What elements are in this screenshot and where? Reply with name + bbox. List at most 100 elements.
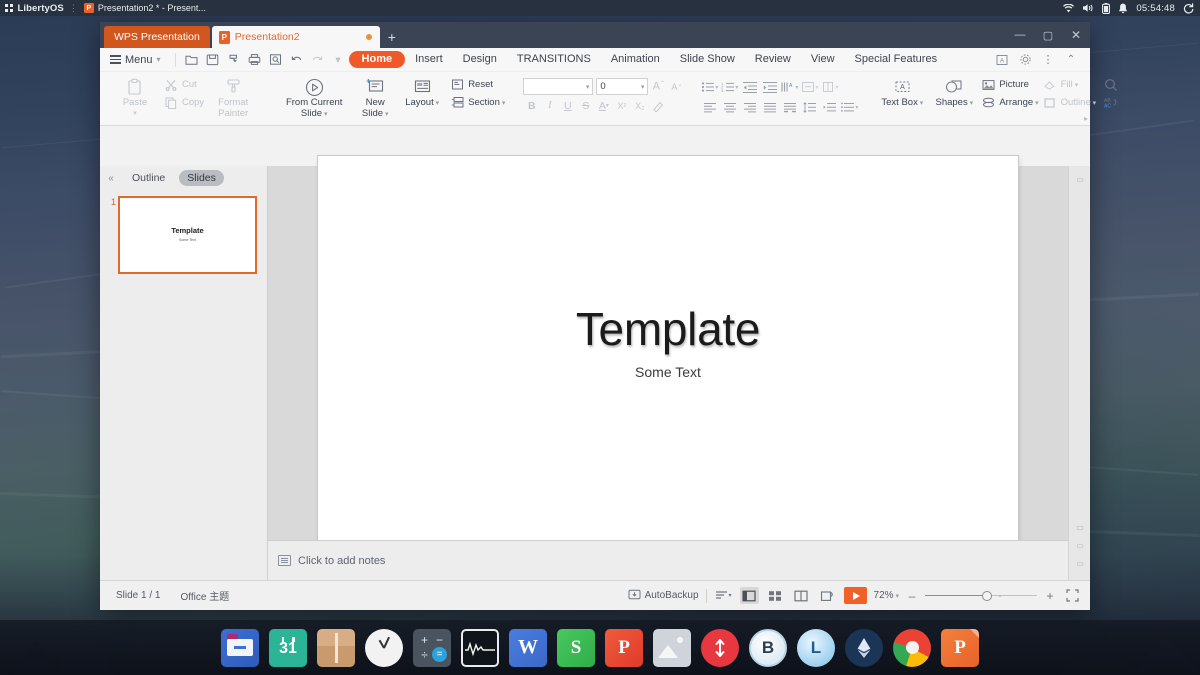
battery-icon[interactable] [1102,2,1111,14]
tab-outline[interactable]: Outline [124,170,173,186]
slide-canvas[interactable]: Template Some Text [318,156,1018,550]
find-button[interactable] [1102,77,1120,92]
paragraph-settings-button[interactable]: ▾ [840,99,859,116]
dock-item-ethereum[interactable] [845,628,883,667]
maximize-button[interactable]: ▢ [1034,22,1062,48]
superscript-button[interactable]: X² [613,98,630,114]
normal-view-icon[interactable] [739,587,759,604]
apps-grid-icon[interactable] [5,4,13,12]
tab-insert[interactable]: Insert [405,51,453,68]
numbered-list-button[interactable]: 1 2 3 ▾ [720,79,739,96]
zoom-level-label[interactable]: 72% ▾ [874,590,899,601]
save-icon[interactable] [202,50,223,70]
tab-animation[interactable]: Animation [601,51,670,68]
shapes-button[interactable]: Shapes ▾ [929,74,979,109]
underline-button[interactable]: U [559,98,576,114]
tab-view[interactable]: View [801,51,845,68]
menu-button[interactable]: Menu ▾ [106,51,170,69]
arrange-button[interactable]: Arrange ▾ [979,95,1040,110]
reading-view-icon[interactable] [792,587,811,604]
undo-icon[interactable] [286,50,307,70]
tab-slide-show[interactable]: Slide Show [670,51,745,68]
tab-transitions[interactable]: TRANSITIONS [507,51,601,68]
format-painter-button[interactable]: Format Painter [206,74,260,119]
play-slideshow-button[interactable] [843,587,867,604]
line-spacing-button[interactable] [800,99,819,116]
dock-item-archive[interactable] [317,628,355,667]
from-current-slide-button[interactable]: From Current Slide ▾ [276,74,352,120]
taskbar-window-entry[interactable]: P Presentation2 * - Present... [83,3,206,13]
reset-button[interactable]: Reset [448,77,507,92]
tab-slides[interactable]: Slides [179,170,224,186]
notes-pane[interactable]: Click to add notes [268,540,1068,580]
text-direction-button[interactable]: A ▾ [780,79,799,96]
increase-list-level-button[interactable] [820,99,839,116]
slide-thumbnail-preview[interactable]: Template Some Text [118,196,257,274]
bullet-list-button[interactable]: ▾ [700,79,719,96]
decrease-indent-button[interactable] [740,79,759,96]
picture-button[interactable]: Picture [979,77,1040,92]
shrink-font-button[interactable]: A⌄ [669,81,684,92]
view-options-icon[interactable]: ▾ [714,587,733,604]
rail-tool-2-icon[interactable]: ▭ [1069,536,1091,554]
slide-title-placeholder[interactable]: Template [318,302,1018,356]
autobackup-button[interactable]: AutoBackup [628,589,699,603]
columns-button[interactable]: ▾ [820,79,839,96]
increase-indent-button[interactable] [760,79,779,96]
bold-button[interactable]: B [523,98,540,114]
close-button[interactable]: ✕ [1062,22,1090,48]
power-icon[interactable] [1183,2,1194,14]
minimize-button[interactable]: — [1006,22,1034,48]
align-text-button[interactable]: ▾ [800,79,819,96]
zoom-slider[interactable] [925,590,1037,602]
italic-button[interactable]: I [541,98,558,114]
cut-button[interactable]: Cut [162,77,206,92]
tab-review[interactable]: Review [745,51,801,68]
font-size-input[interactable]: 0 ▾ [596,78,649,95]
layout-button[interactable]: Layout ▾ [398,74,446,109]
font-family-input[interactable]: ▾ [523,78,594,95]
open-icon[interactable] [181,50,202,70]
text-box-button[interactable]: A Text Box ▾ [875,74,929,109]
rail-tool-3-icon[interactable]: ▭ [1069,554,1091,572]
settings-gear-icon[interactable] [1015,50,1035,70]
align-left-button[interactable] [700,99,719,116]
dock-item-system-monitor[interactable] [461,628,499,667]
dock-item-calendar[interactable]: 31 [269,628,307,667]
dock-item-bitcoin[interactable]: B [749,628,787,667]
align-right-button[interactable] [740,99,759,116]
dock-item-transfer[interactable] [701,628,739,667]
wifi-icon[interactable] [1063,3,1075,13]
dock-item-chromium[interactable] [893,628,931,667]
paste-button[interactable]: Paste ▾ [108,74,162,119]
app-tab-wps-presentation[interactable]: WPS Presentation [104,26,210,48]
new-slide-button[interactable]: New Slide ▾ [352,74,398,120]
dock-item-wps-writer[interactable]: W [509,628,547,667]
new-tab-button[interactable]: + [380,26,404,48]
print-preview-icon[interactable] [265,50,286,70]
replace-button[interactable]: AB AC [1102,95,1120,110]
justify-button[interactable] [760,99,779,116]
zoom-in-button[interactable]: + [1044,589,1056,603]
dock-item-calculator[interactable]: + − ÷ = [413,628,451,667]
distribute-button[interactable] [780,99,799,116]
slide-subtitle-placeholder[interactable]: Some Text [318,364,1018,380]
fill-button[interactable]: Fill ▾ [1041,77,1099,92]
more-options-icon[interactable]: ⋮ [1038,50,1058,70]
section-button[interactable]: Section ▾ [448,95,507,110]
fit-to-window-icon[interactable] [1063,587,1082,604]
dock-item-image-viewer[interactable] [653,628,691,667]
grow-font-button[interactable]: A⌃ [651,80,666,93]
align-center-button[interactable] [720,99,739,116]
outline-button[interactable]: Outline ▾ [1041,95,1099,110]
tab-special-features[interactable]: Special Features [845,51,948,68]
subscript-button[interactable]: X₂ [631,98,648,114]
document-tab-presentation2[interactable]: P Presentation2 [211,26,380,48]
clear-formatting-icon[interactable] [649,98,666,114]
customize-toolbar-icon[interactable]: ⩔ [328,50,349,70]
ribbon-overflow-icon[interactable]: ▸ [1084,114,1088,123]
zoom-slider-handle[interactable] [982,590,992,601]
dock-item-litecoin[interactable]: L [797,628,835,667]
rail-tool-1-icon[interactable]: ▭ [1069,518,1091,536]
theme-label[interactable]: Office 主题 [170,588,239,603]
